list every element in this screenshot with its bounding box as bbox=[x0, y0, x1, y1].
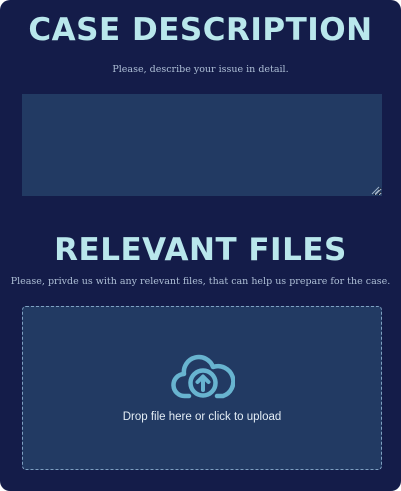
case-description-subtitle: Please, describe your issue in detail. bbox=[112, 64, 289, 75]
dropzone-label: Drop file here or click to upload bbox=[122, 411, 282, 423]
case-form-card: CASE DESCRIPTION Please, describe your i… bbox=[0, 0, 401, 491]
cloud-upload-icon bbox=[171, 354, 235, 399]
file-dropzone[interactable]: Drop file here or click to upload bbox=[22, 306, 382, 470]
case-description-textarea[interactable] bbox=[22, 94, 382, 196]
case-description-heading: CASE DESCRIPTION bbox=[28, 12, 373, 48]
relevant-files-subtitle: Please, privde us with any relevant file… bbox=[10, 276, 391, 287]
relevant-files-heading: RELEVANT FILES bbox=[54, 232, 347, 268]
resize-handle-icon[interactable] bbox=[370, 185, 380, 195]
